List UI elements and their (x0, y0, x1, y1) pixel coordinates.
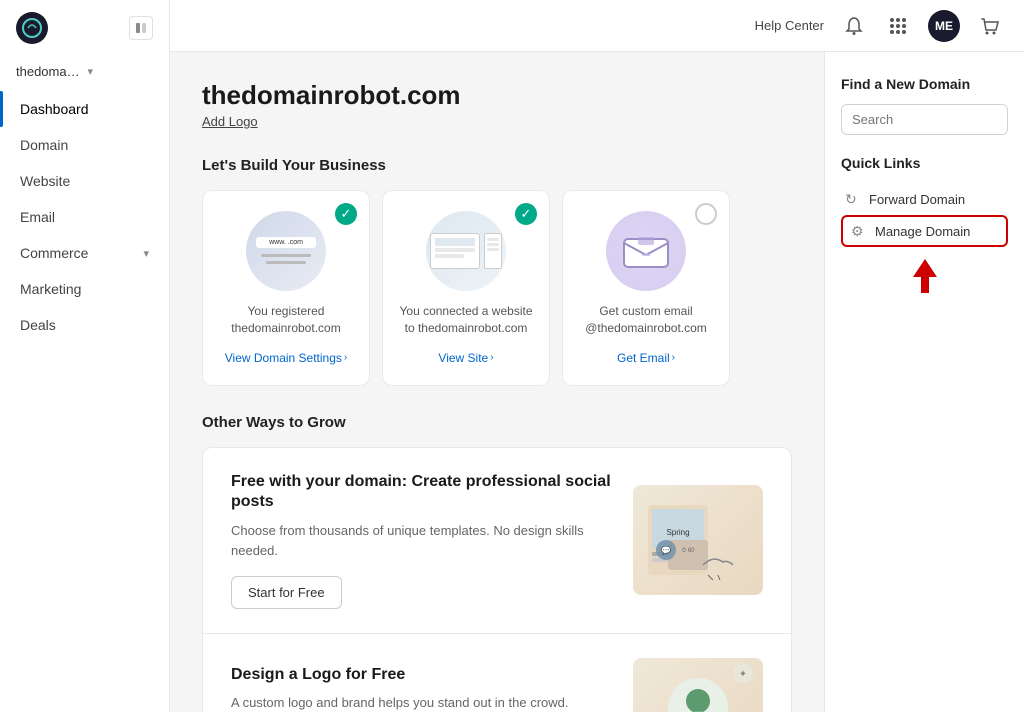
social-posts-card-title: Free with your domain: Create profession… (231, 472, 613, 514)
logo-design-card: Design a Logo for Free A custom logo and… (203, 634, 791, 712)
domain-search-input[interactable] (842, 105, 1008, 134)
sidebar-item-website-label: Website (20, 173, 70, 189)
social-posts-svg: Spring Break ⏱ 60 💬 (638, 490, 758, 590)
email-svg-icon (620, 231, 672, 271)
forward-domain-icon: ↻ (845, 191, 861, 207)
forward-domain-label: Forward Domain (869, 192, 965, 207)
find-domain-title: Find a New Domain (841, 76, 1008, 92)
social-posts-card-text: Free with your domain: Create profession… (231, 472, 613, 610)
sidebar-item-email-label: Email (20, 209, 55, 225)
logo-design-card-title: Design a Logo for Free (231, 665, 613, 686)
website-link-arrow-icon: › (490, 352, 493, 363)
manage-domain-link[interactable]: ⚙ Manage Domain (841, 215, 1008, 247)
avatar-initials: ME (935, 19, 953, 33)
cart-icon[interactable] (976, 12, 1004, 40)
domain-search-box (841, 104, 1008, 135)
social-posts-card: Free with your domain: Create profession… (203, 448, 791, 635)
account-name: thedomainrobot.c... (16, 64, 82, 79)
domain-url-bar: www. .com (256, 237, 316, 248)
view-domain-settings-label: View Domain Settings (225, 351, 342, 365)
content-area: thedomainrobot.com Add Logo Let's Build … (170, 52, 824, 712)
logo-design-svg: ✦ (638, 663, 758, 712)
help-center-link[interactable]: Help Center (755, 18, 824, 33)
website-side-panel (484, 233, 502, 269)
domain-card-checkbox: ✓ (335, 203, 357, 225)
website-illustration (426, 211, 506, 291)
account-chevron-icon: ▾ (88, 65, 154, 78)
sidebar-item-website[interactable]: Website (0, 163, 169, 199)
social-posts-card-description: Choose from thousands of unique template… (231, 521, 613, 560)
website-card-checkbox: ✓ (515, 203, 537, 225)
build-card-website: ✓ (382, 190, 550, 386)
email-link-arrow-icon: › (672, 352, 675, 363)
red-arrow-up-icon (911, 255, 939, 295)
sidebar-item-dashboard-label: Dashboard (20, 101, 89, 117)
user-avatar[interactable]: ME (928, 10, 960, 42)
view-site-label: View Site (438, 351, 488, 365)
build-card-email: Get custom email @thedomainrobot.com Get… (562, 190, 730, 386)
arrow-indicator (841, 255, 1008, 295)
domain-illustration: www. .com (246, 211, 326, 291)
top-header: Help Center ME (170, 0, 1024, 52)
sidebar-item-deals-label: Deals (20, 317, 56, 333)
sidebar-item-marketing-label: Marketing (20, 281, 81, 297)
sidebar-item-email[interactable]: Email (0, 199, 169, 235)
other-ways-section: Free with your domain: Create profession… (202, 447, 792, 712)
sidebar-item-commerce[interactable]: Commerce ▾ (0, 235, 169, 271)
apps-grid-icon[interactable] (884, 12, 912, 40)
manage-domain-icon: ⚙ (851, 223, 867, 239)
website-screen-icon (430, 233, 480, 269)
main-navigation: Dashboard Domain Website Email Commerce … (0, 91, 169, 712)
sidebar-item-commerce-label: Commerce (20, 245, 88, 261)
svg-text:Spring: Spring (666, 528, 689, 537)
sidebar: thedomainrobot.c... ▾ Dashboard Domain W… (0, 0, 170, 712)
logo-design-card-description: A custom logo and brand helps you stand … (231, 693, 613, 712)
email-illustration (606, 211, 686, 291)
get-email-link[interactable]: Get Email › (617, 351, 675, 365)
svg-text:⏱ 60: ⏱ 60 (681, 547, 695, 554)
get-email-label: Get Email (617, 351, 670, 365)
sidebar-item-dashboard[interactable]: Dashboard (0, 91, 169, 127)
logo-design-card-text: Design a Logo for Free A custom logo and… (231, 665, 613, 712)
logo-design-image: ✦ (633, 658, 763, 712)
view-site-link[interactable]: View Site › (438, 351, 493, 365)
sidebar-logo-area (0, 0, 169, 56)
main-content: thedomainrobot.com Add Logo Let's Build … (170, 52, 1024, 712)
domain-line-2 (266, 261, 306, 264)
domain-link-arrow-icon: › (344, 352, 347, 363)
forward-domain-link[interactable]: ↻ Forward Domain (841, 183, 1008, 215)
app-logo-icon (16, 12, 48, 44)
right-sidebar: Find a New Domain Quick Links ↻ Forward … (824, 52, 1024, 712)
sidebar-item-domain[interactable]: Domain (0, 127, 169, 163)
page-title: thedomainrobot.com (202, 80, 792, 111)
start-for-free-button[interactable]: Start for Free (231, 576, 342, 609)
website-card-description: You connected a website to thedomainrobo… (399, 303, 533, 337)
social-posts-image: Spring Break ⏱ 60 💬 (633, 485, 763, 595)
sidebar-item-marketing[interactable]: Marketing (0, 271, 169, 307)
domain-line-1 (261, 254, 311, 257)
build-section-title: Let's Build Your Business (202, 157, 792, 174)
sidebar-item-deals[interactable]: Deals (0, 307, 169, 343)
build-card-domain: ✓ www. .com You registered thedomainrobo… (202, 190, 370, 386)
email-card-description: Get custom email @thedomainrobot.com (579, 303, 713, 337)
build-cards-container: ✓ www. .com You registered thedomainrobo… (202, 190, 792, 386)
add-logo-link[interactable]: Add Logo (202, 114, 258, 129)
commerce-chevron-icon: ▾ (143, 247, 149, 260)
sidebar-item-domain-label: Domain (20, 137, 68, 153)
sidebar-collapse-button[interactable] (129, 16, 153, 40)
svg-text:💬: 💬 (661, 545, 671, 555)
email-card-checkbox (695, 203, 717, 225)
account-selector[interactable]: thedomainrobot.c... ▾ (0, 56, 169, 91)
view-domain-settings-link[interactable]: View Domain Settings › (225, 351, 348, 365)
quick-links-title: Quick Links (841, 155, 1008, 171)
manage-domain-label: Manage Domain (875, 224, 970, 239)
main-container: Help Center ME (170, 0, 1024, 712)
other-section-title: Other Ways to Grow (202, 414, 792, 431)
notifications-icon[interactable] (840, 12, 868, 40)
domain-card-description: You registered thedomainrobot.com (219, 303, 353, 337)
svg-text:✦: ✦ (739, 669, 747, 680)
